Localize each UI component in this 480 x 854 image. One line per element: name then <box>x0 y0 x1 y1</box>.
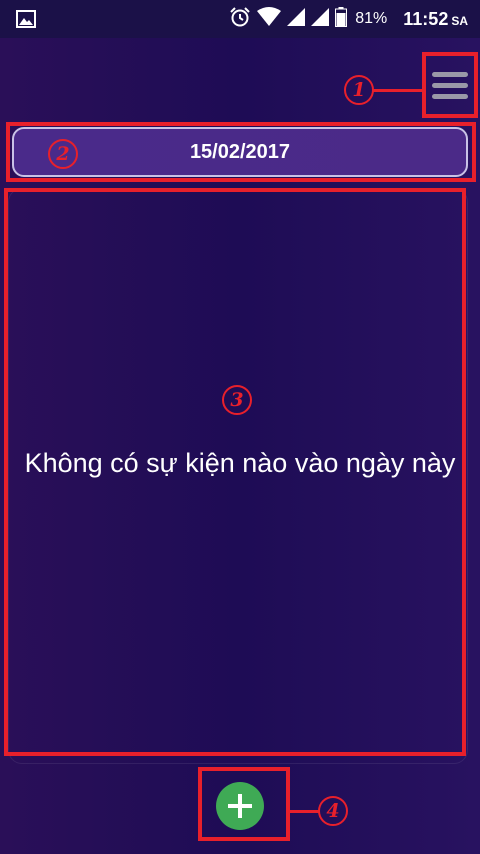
image-icon <box>16 9 36 29</box>
wifi-icon <box>257 6 282 32</box>
annotation-box-3 <box>4 188 466 756</box>
annotation-box-4 <box>198 767 290 841</box>
annotation-box-1 <box>422 52 478 118</box>
annotation-label-4: 4 <box>318 796 348 826</box>
annotation-label-2: 2 <box>48 139 78 169</box>
signal-icon <box>287 7 306 31</box>
signal-icon-2 <box>311 7 330 31</box>
annotation-label-1: 1 <box>344 75 374 105</box>
battery-icon <box>335 6 348 32</box>
annotation-line-4 <box>288 810 320 813</box>
annotation-line-1 <box>372 89 424 92</box>
status-right: 81% 11:52 SA <box>229 0 468 38</box>
clock: 11:52 SA <box>403 9 468 30</box>
annotation-label-3: 3 <box>222 385 252 415</box>
battery-percent: 81% <box>355 10 388 27</box>
clock-time: 11:52 <box>403 8 449 29</box>
alarm-icon <box>229 6 251 33</box>
status-bar: 81% 11:52 SA <box>0 0 480 38</box>
clock-suffix: SA <box>451 13 468 28</box>
